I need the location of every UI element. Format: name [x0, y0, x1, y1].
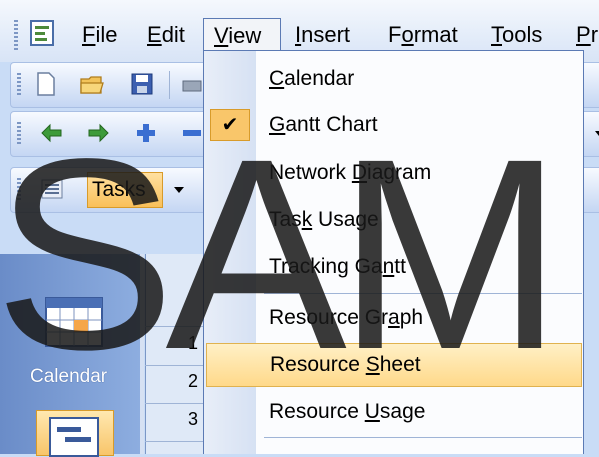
- app-icon[interactable]: [28, 18, 58, 48]
- row-divider: [145, 441, 205, 442]
- menu-tools[interactable]: Tools: [491, 18, 542, 52]
- open-folder-icon[interactable]: [79, 71, 105, 97]
- menu-item-network-diagram[interactable]: Network Diagram: [204, 151, 583, 195]
- toolbar-separator: [169, 71, 170, 99]
- row-divider: [145, 326, 205, 327]
- menu-edit[interactable]: Edit: [147, 18, 185, 52]
- new-document-icon[interactable]: [33, 71, 59, 97]
- menu-item-task-usage[interactable]: Task Usage: [204, 198, 583, 242]
- calendar-view-label[interactable]: Calendar: [30, 366, 107, 388]
- list-view-icon[interactable]: [39, 176, 65, 202]
- menu-file[interactable]: File: [82, 18, 117, 52]
- menu-insert[interactable]: Insert: [295, 18, 350, 52]
- toolbar-grip[interactable]: [17, 73, 21, 97]
- arrow-left-icon[interactable]: [39, 120, 65, 146]
- menu-item-resource-graph[interactable]: Resource Graph: [204, 296, 583, 340]
- row-divider: [145, 403, 205, 404]
- minus-icon[interactable]: [179, 120, 205, 146]
- print-icon[interactable]: [179, 71, 205, 97]
- menu-separator: [264, 293, 582, 294]
- checkmark-icon: ✔: [210, 109, 250, 141]
- toolbar-grip[interactable]: [17, 178, 21, 202]
- menu-project[interactable]: Pr: [576, 18, 598, 52]
- menu-item-calendar[interactable]: Calendar: [204, 57, 583, 101]
- gantt-chart-icon: [49, 417, 99, 457]
- menu-item-resource-sheet[interactable]: Resource Sheet: [206, 343, 582, 387]
- menu-item-tracking-gantt[interactable]: Tracking Gantt: [204, 245, 583, 289]
- toolbar-grip[interactable]: [17, 122, 21, 146]
- chevron-down-icon[interactable]: [593, 126, 599, 140]
- gantt-view-button[interactable]: [36, 410, 114, 457]
- row-number[interactable]: 2: [188, 371, 198, 392]
- tasks-dropdown-icon[interactable]: [173, 184, 185, 196]
- calendar-view-icon[interactable]: [44, 294, 104, 350]
- row-number[interactable]: 1: [188, 333, 198, 354]
- menu-view[interactable]: View: [203, 18, 281, 52]
- plus-icon[interactable]: [133, 120, 159, 146]
- view-bar-divider: [140, 254, 144, 454]
- tasks-label: Tasks: [92, 178, 146, 201]
- row-number[interactable]: 3: [188, 409, 198, 430]
- menubar-grip[interactable]: [14, 20, 18, 50]
- tasks-button[interactable]: Tasks: [87, 172, 163, 208]
- row-divider: [145, 365, 205, 366]
- arrow-right-icon[interactable]: [85, 120, 111, 146]
- view-menu-dropdown: Calendar ✔ Gantt Chart Network Diagram T…: [203, 50, 584, 454]
- menu-item-gantt-chart[interactable]: ✔ Gantt Chart: [204, 103, 583, 147]
- menu-separator: [264, 437, 582, 438]
- menu-item-resource-usage[interactable]: Resource Usage: [204, 390, 583, 434]
- menu-format[interactable]: Format: [388, 18, 458, 52]
- save-icon[interactable]: [129, 71, 155, 97]
